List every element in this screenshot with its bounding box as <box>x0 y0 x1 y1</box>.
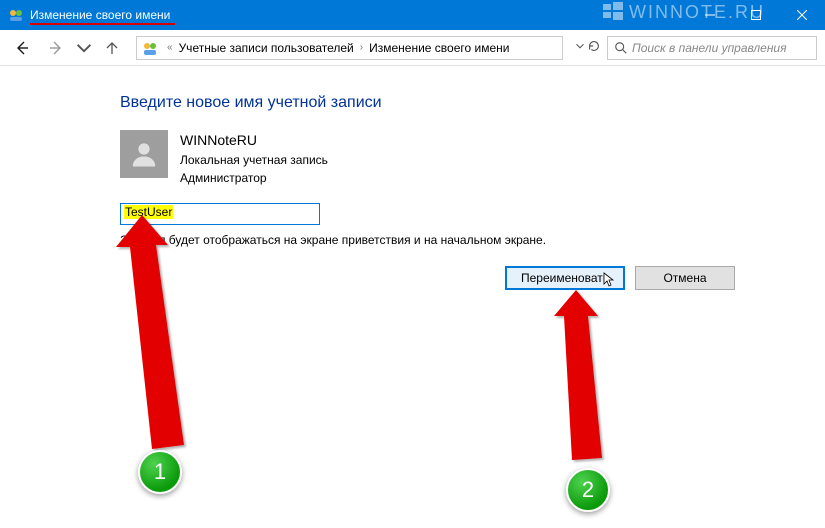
cursor-icon <box>603 272 615 288</box>
window-title: Изменение своего имени <box>30 8 170 22</box>
nav-up-button[interactable] <box>98 34 126 62</box>
chevron-icon: « <box>163 42 177 53</box>
users-icon <box>141 39 159 57</box>
page-content: Введите новое имя учетной записи WINNote… <box>0 66 825 247</box>
title-underline-marker <box>30 23 175 25</box>
search-placeholder: Поиск в панели управления <box>632 41 787 55</box>
nav-forward-button[interactable] <box>42 34 70 62</box>
rename-button[interactable]: Переименовать <box>505 266 625 290</box>
account-name: WINNoteRU <box>180 130 328 151</box>
cancel-button-label: Отмена <box>663 271 706 285</box>
nav-history-button[interactable] <box>76 34 92 62</box>
watermark: WINNOTE.RU <box>603 2 765 23</box>
window-titlebar: Изменение своего имени WINNOTE.RU <box>0 0 825 30</box>
close-button[interactable] <box>779 0 825 30</box>
annotation-badge-2: 2 <box>566 468 610 512</box>
account-type: Локальная учетная запись <box>180 151 328 169</box>
search-input[interactable]: Поиск в панели управления <box>607 36 817 60</box>
rename-button-label: Переименовать <box>521 271 609 285</box>
cancel-button[interactable]: Отмена <box>635 266 735 290</box>
avatar <box>120 130 168 178</box>
description-text: Это имя будет отображаться на экране при… <box>120 233 825 247</box>
search-icon <box>614 41 628 55</box>
breadcrumb-item[interactable]: Изменение своего имени <box>367 41 511 55</box>
name-input-value: TestUser <box>124 205 173 219</box>
refresh-icon <box>587 39 601 57</box>
nav-toolbar: « Учетные записи пользователей › Изменен… <box>0 30 825 66</box>
annotation-arrow-2 <box>554 290 634 480</box>
annotation-arrow-1 <box>116 215 206 475</box>
chevron-right-icon: › <box>356 42 367 53</box>
nav-back-button[interactable] <box>8 34 36 62</box>
address-bar[interactable]: « Учетные записи пользователей › Изменен… <box>136 36 563 60</box>
chevron-down-icon <box>573 39 587 57</box>
refresh-button[interactable] <box>573 39 601 57</box>
account-role: Администратор <box>180 169 328 187</box>
page-heading: Введите новое имя учетной записи <box>120 94 825 112</box>
name-input[interactable]: TestUser <box>120 203 320 225</box>
user-info: WINNoteRU Локальная учетная запись Админ… <box>120 130 825 187</box>
app-icon <box>8 7 24 23</box>
breadcrumb-item[interactable]: Учетные записи пользователей <box>177 41 356 55</box>
annotation-badge-1: 1 <box>138 450 182 494</box>
window-title-text: Изменение своего имени <box>30 8 170 22</box>
